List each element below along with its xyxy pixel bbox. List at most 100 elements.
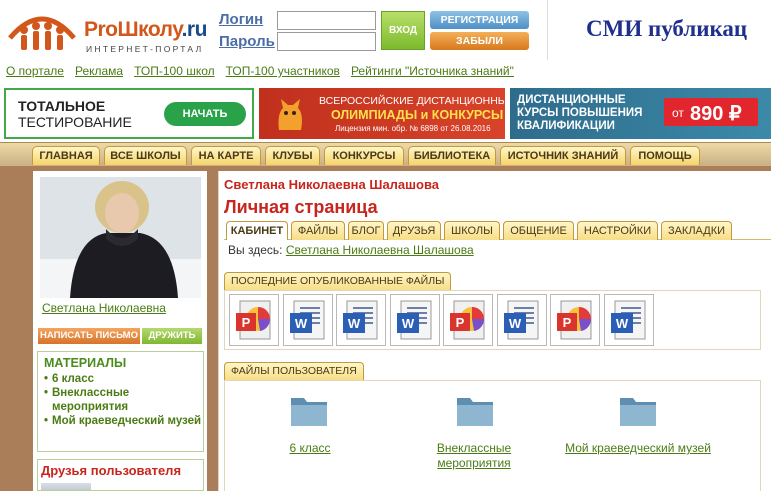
toplink-ratings[interactable]: Рейтинги "Источника знаний": [351, 64, 514, 78]
banner-start-button[interactable]: НАЧАТЬ: [164, 102, 246, 126]
banner-courses[interactable]: ДИСТАНЦИОННЫЕ КУРСЫ ПОВЫШЕНИЯ КВАЛИФИКАЦ…: [510, 88, 771, 139]
nav-library[interactable]: БИБЛИОТЕКА: [408, 146, 496, 165]
tab-files[interactable]: ФАЙЛЫ: [291, 221, 345, 240]
profile-tabs: КАБИНЕТ ФАЙЛЫ БЛОГ ДРУЗЬЯ ШКОЛЫ ОБЩЕНИЕ …: [224, 220, 771, 240]
avatar-photo: [40, 177, 201, 298]
doc-file-icon: W: [289, 300, 324, 340]
toplink-top-members[interactable]: ТОП-100 участников: [226, 64, 340, 78]
profile-name-link[interactable]: Светлана Николаевна: [42, 301, 166, 315]
breadcrumb-prefix: Вы здесь:: [228, 243, 283, 257]
friend-avatar[interactable]: [41, 483, 91, 490]
banner-olympiads-line1: ВСЕРОССИЙСКИЕ ДИСТАНЦИОННЫЕ: [319, 95, 505, 107]
svg-text:P: P: [456, 315, 465, 330]
login-input[interactable]: [277, 11, 376, 30]
tab-blog[interactable]: БЛОГ: [348, 221, 384, 240]
recent-files-title: ПОСЛЕДНИЕ ОПУБЛИКОВАННЫЕ ФАЙЛЫ: [224, 272, 452, 290]
main-nav: ГЛАВНАЯ ВСЕ ШКОЛЫ НА КАРТЕ КЛУБЫ КОНКУРС…: [0, 142, 771, 166]
avatar[interactable]: [40, 177, 201, 298]
smi-banner[interactable]: СМИ публикац: [547, 0, 771, 60]
doc-file-icon: W: [343, 300, 378, 340]
tab-cabinet[interactable]: КАБИНЕТ: [226, 221, 288, 240]
materials-box: МАТЕРИАЛЫ 6 класс Внеклассные мероприяти…: [37, 351, 204, 452]
banner-courses-line3: КВАЛИФИКАЦИИ: [517, 120, 615, 132]
tab-communication[interactable]: ОБЩЕНИЕ: [503, 221, 574, 240]
site-logo[interactable]: ProШколу.ru ИНТЕРНЕТ-ПОРТАЛ: [6, 6, 214, 54]
ppt-file-icon: P: [236, 300, 271, 340]
ppt-file-icon: P: [450, 300, 485, 340]
banner-total-testing[interactable]: ТОТАЛЬНОЕ ТЕСТИРОВАНИЕ НАЧАТЬ: [4, 88, 254, 139]
recent-file-thumb[interactable]: P: [550, 294, 600, 346]
logo-text: ProШколу.ru: [84, 18, 207, 41]
login-button[interactable]: ВХОД: [381, 11, 425, 50]
write-message-button[interactable]: НАПИСАТЬ ПИСЬМО: [38, 328, 140, 344]
ppt-file-icon: P: [557, 300, 592, 340]
page-title: Личная страница: [224, 197, 378, 217]
svg-text:P: P: [242, 315, 251, 330]
folder-label-museum[interactable]: Мой краеведческий музей: [556, 441, 720, 456]
banner-olympiads-line2: ОЛИМПИАДЫ и КОНКУРСЫ: [331, 108, 504, 122]
recent-file-thumb[interactable]: P: [443, 294, 493, 346]
password-input[interactable]: [277, 32, 376, 51]
recent-file-thumb[interactable]: W: [496, 294, 547, 346]
materials-title: МАТЕРИАЛЫ: [44, 356, 127, 370]
folder-icon[interactable]: [618, 390, 658, 430]
folder-icon[interactable]: [289, 390, 329, 430]
smi-banner-text: СМИ публикац: [586, 16, 748, 41]
recent-file-thumb[interactable]: W: [282, 294, 333, 346]
breadcrumb-user-link[interactable]: Светлана Николаевна Шалашова: [286, 243, 474, 257]
logo-subtitle: ИНТЕРНЕТ-ПОРТАЛ: [86, 44, 204, 54]
people-logo-icon: [8, 16, 76, 50]
materials-item-events[interactable]: Внеклассные мероприятия: [44, 386, 203, 414]
tab-bookmarks[interactable]: ЗАКЛАДКИ: [661, 221, 732, 240]
friends-title: Друзья пользователя: [41, 463, 182, 478]
user-files-title: ФАЙЛЫ ПОЛЬЗОВАТЕЛЯ: [224, 362, 364, 380]
banner-price-badge: от 890 ₽: [664, 98, 758, 126]
toplink-top-schools[interactable]: ТОП-100 школ: [134, 64, 215, 78]
banner-olympiads-license: Лицензия мин. обр. № 6898 от 26.08.2016: [335, 124, 491, 133]
svg-text:W: W: [294, 316, 307, 331]
svg-text:P: P: [563, 315, 572, 330]
toplink-about[interactable]: О портале: [6, 64, 64, 78]
nav-knowledge-source[interactable]: ИСТОЧНИК ЗНАНИЙ: [500, 146, 626, 165]
cat-mascot-icon: [278, 99, 302, 130]
forgot-password-button[interactable]: ЗАБЫЛИ ПАРОЛЬ?: [430, 32, 529, 65]
user-full-name: Светлана Николаевна Шалашова: [224, 177, 439, 192]
doc-file-icon: W: [503, 300, 538, 340]
tab-schools[interactable]: ШКОЛЫ: [444, 221, 500, 240]
banner-olympiads[interactable]: ВСЕРОССИЙСКИЕ ДИСТАНЦИОННЫЕ ОЛИМПИАДЫ и …: [259, 88, 505, 139]
nav-all-schools[interactable]: ВСЕ ШКОЛЫ: [104, 146, 187, 165]
materials-item-6-class[interactable]: 6 класс: [44, 372, 203, 386]
login-label[interactable]: Логин: [219, 11, 263, 28]
folder-label-events[interactable]: Внеклассные мероприятия: [424, 441, 524, 471]
nav-home[interactable]: ГЛАВНАЯ: [32, 146, 100, 165]
nav-help[interactable]: ПОМОЩЬ: [630, 146, 700, 165]
recent-file-thumb[interactable]: W: [603, 294, 654, 346]
doc-file-icon: W: [396, 300, 431, 340]
register-button[interactable]: РЕГИСТРАЦИЯ: [430, 11, 529, 29]
add-friend-button[interactable]: ДРУЖИТЬ: [142, 328, 202, 344]
banner-total-line1: ТОТАЛЬНОЕ: [18, 98, 106, 114]
recent-file-thumb[interactable]: P: [229, 294, 279, 346]
svg-text:W: W: [615, 316, 628, 331]
nav-map[interactable]: НА КАРТЕ: [191, 146, 261, 165]
site-header: ProШколу.ru ИНТЕРНЕТ-ПОРТАЛ Логин Пароль…: [0, 0, 771, 65]
folder-label-6-class[interactable]: 6 класс: [270, 441, 350, 456]
materials-item-museum[interactable]: Мой краеведческий музей: [44, 414, 203, 428]
recent-file-thumb[interactable]: W: [336, 294, 386, 346]
tab-settings[interactable]: НАСТРОЙКИ: [577, 221, 658, 240]
friends-box: Друзья пользователя: [37, 459, 204, 491]
tab-friends[interactable]: ДРУЗЬЯ: [387, 221, 441, 240]
banner-courses-line2: КУРСЫ ПОВЫШЕНИЯ: [517, 107, 643, 119]
recent-file-thumb[interactable]: W: [389, 294, 440, 346]
banner-courses-line1: ДИСТАНЦИОННЫЕ: [517, 94, 626, 106]
breadcrumb: Вы здесь: Светлана Николаевна Шалашова: [228, 243, 474, 257]
svg-text:W: W: [348, 316, 361, 331]
banner-total-line2: ТЕСТИРОВАНИЕ: [18, 114, 132, 130]
doc-file-icon: W: [610, 300, 645, 340]
toplink-ads[interactable]: Реклама: [75, 64, 123, 78]
folder-icon[interactable]: [455, 390, 495, 430]
password-label[interactable]: Пароль: [219, 33, 275, 50]
nav-contests[interactable]: КОНКУРСЫ: [324, 146, 404, 165]
top-links: О портале Реклама ТОП-100 школ ТОП-100 учас…: [6, 64, 525, 80]
nav-clubs[interactable]: КЛУБЫ: [265, 146, 320, 165]
